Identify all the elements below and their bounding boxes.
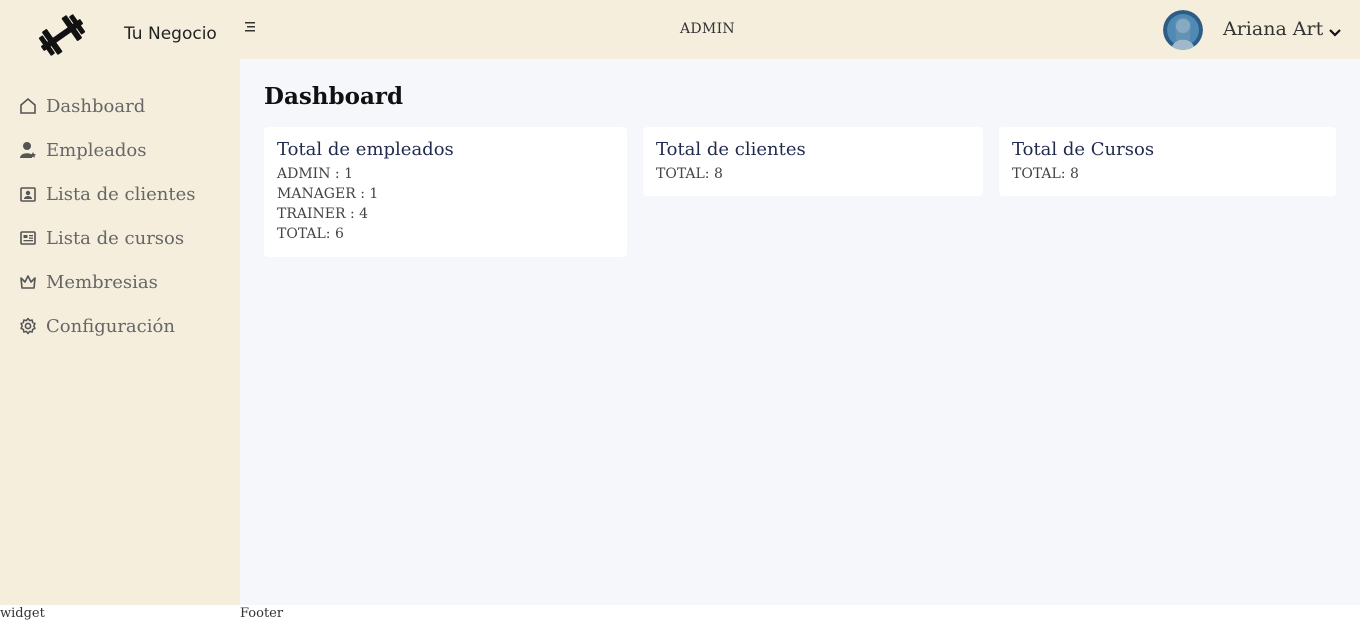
user-name[interactable]: Ariana Art	[1223, 18, 1323, 40]
brand-name[interactable]: Tu Negocio	[124, 24, 217, 44]
card-title: Total de Cursos	[1012, 139, 1155, 160]
card-title: Total de empleados	[277, 139, 454, 160]
card-line: ADMIN : 1	[277, 166, 353, 182]
newspaper-icon	[18, 228, 38, 248]
menu-icon[interactable]	[243, 19, 259, 35]
sidebar-item-label: Dashboard	[46, 95, 146, 117]
sidebar: Dashboard Empleados Lista de clientes Li…	[0, 59, 240, 605]
sidebar-item-label: Configuración	[46, 315, 175, 337]
sidebar-item-label: Empleados	[46, 139, 147, 161]
sidebar-item-membresias[interactable]: Membresias	[18, 268, 228, 296]
dumbbell-icon[interactable]	[32, 13, 92, 57]
card-total-empleados: Total de empleados ADMIN : 1 MANAGER : 1…	[264, 127, 627, 257]
role-title: ADMIN	[680, 21, 735, 37]
crown-icon	[18, 272, 38, 292]
card-line: TOTAL: 8	[656, 166, 723, 182]
avatar[interactable]	[1163, 10, 1203, 50]
gear-icon	[18, 316, 38, 336]
sidebar-item-cursos[interactable]: Lista de cursos	[18, 224, 228, 252]
user-star-icon	[18, 140, 38, 160]
footer-widget: widget	[0, 606, 45, 621]
footer: Footer	[240, 606, 284, 621]
card-line: TRAINER : 4	[277, 206, 369, 222]
home-icon	[18, 96, 38, 116]
top-bar: Tu Negocio ADMIN Ariana Art	[0, 0, 1360, 59]
card-line: TOTAL: 6	[277, 226, 344, 242]
card-line: MANAGER : 1	[277, 186, 379, 202]
card-title: Total de clientes	[656, 139, 806, 160]
sidebar-item-clientes[interactable]: Lista de clientes	[18, 180, 228, 208]
sidebar-item-label: Lista de cursos	[46, 227, 185, 249]
sidebar-item-empleados[interactable]: Empleados	[18, 136, 228, 164]
contact-card-icon	[18, 184, 38, 204]
sidebar-item-label: Membresias	[46, 271, 158, 293]
chevron-down-icon[interactable]	[1328, 24, 1342, 37]
sidebar-item-label: Lista de clientes	[46, 183, 196, 205]
card-total-cursos: Total de Cursos TOTAL: 8	[999, 127, 1336, 196]
sidebar-item-configuracion[interactable]: Configuración	[18, 312, 228, 340]
card-line: TOTAL: 8	[1012, 166, 1079, 182]
sidebar-item-dashboard[interactable]: Dashboard	[18, 92, 228, 120]
page-title: Dashboard	[264, 83, 404, 110]
main-content: Dashboard Total de empleados ADMIN : 1 M…	[240, 59, 1360, 605]
card-total-clientes: Total de clientes TOTAL: 8	[643, 127, 983, 196]
